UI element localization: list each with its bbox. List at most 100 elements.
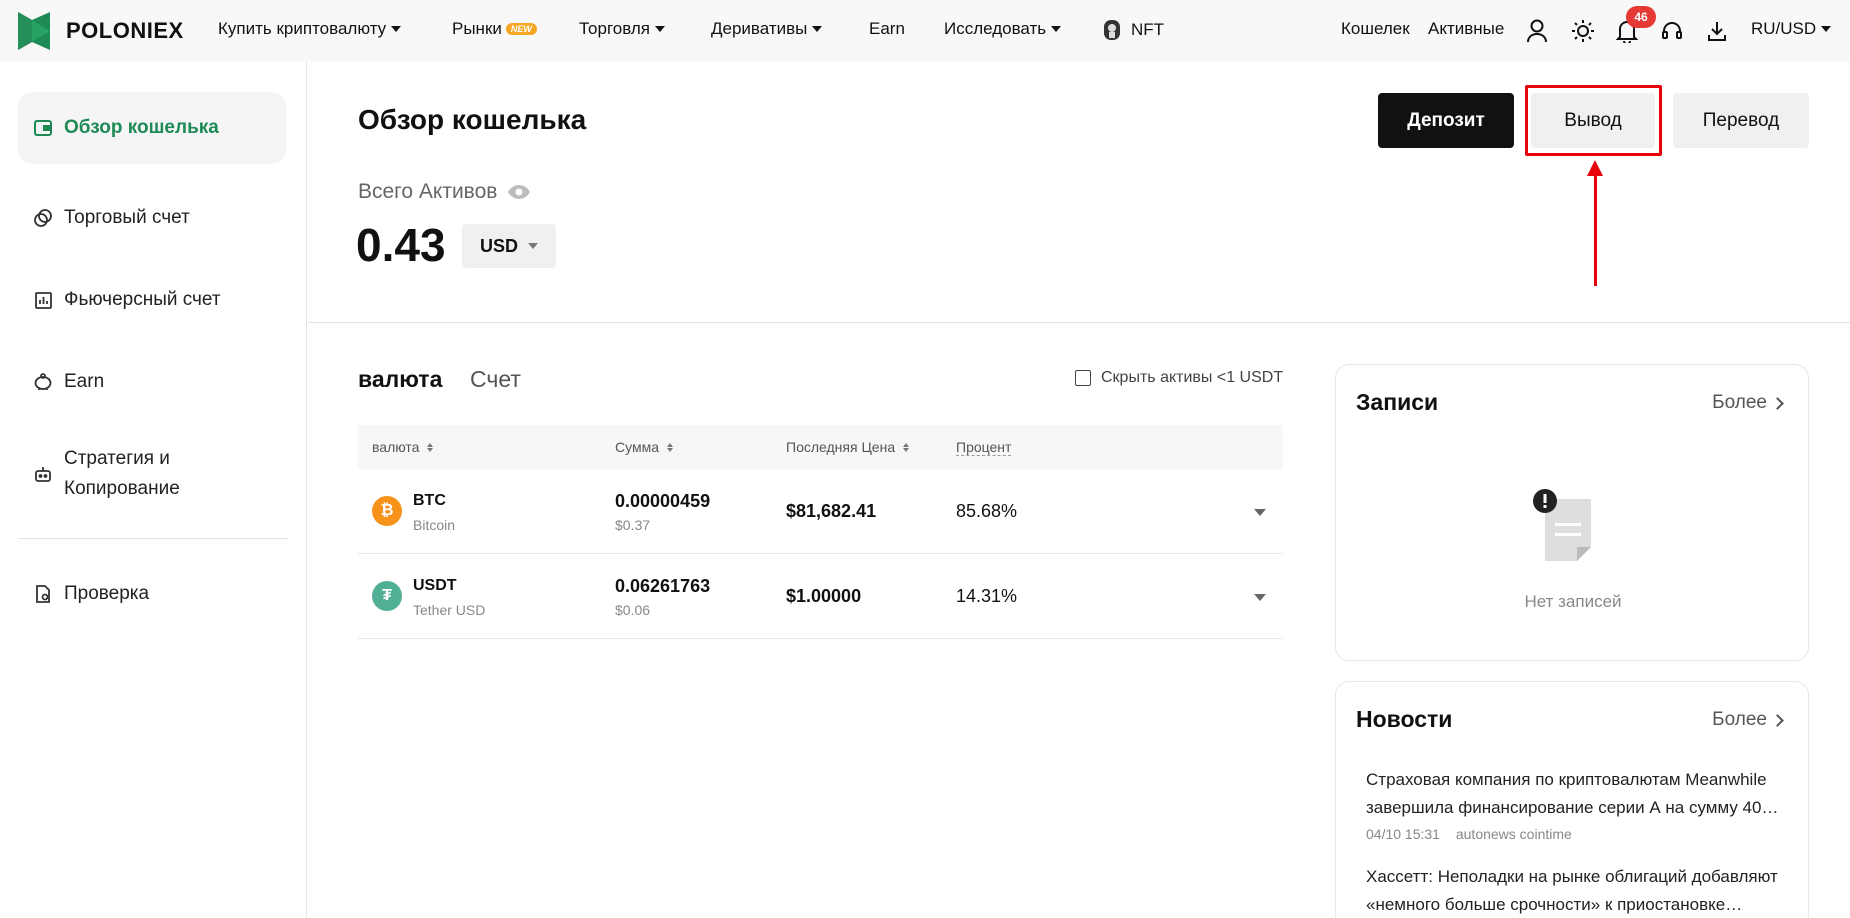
news-item[interactable]: Страховая компания по криптовалютам Mean… [1366,766,1786,842]
nav-derivatives[interactable]: Деривативы [711,19,823,39]
column-header-percent[interactable]: Процент [956,439,1012,456]
sort-icon [903,442,910,452]
sidebar-item-earn[interactable]: Earn [18,362,286,402]
column-header-currency[interactable]: валюта [372,439,434,455]
page-title: Обзор кошелька [358,104,587,135]
nft-icon [1104,20,1120,40]
total-assets-label-text: Всего Активов [358,180,498,203]
headset-support-icon[interactable] [1658,17,1686,45]
records-card: Записи Более Нет записей [1335,364,1809,661]
news-item-date: 04/10 15:31 [1366,826,1440,842]
withdraw-highlight-annotation [1525,85,1662,156]
currency-select[interactable]: USD [462,224,556,268]
sidebar-item-label-line2: Копирование [64,478,180,499]
locale-label: RU/USD [1751,19,1817,38]
expand-chevron-icon[interactable] [1254,509,1266,516]
news-item-title: Страховая компания по криптовалютам Mean… [1366,770,1767,817]
tab-account[interactable]: Счет [470,366,521,393]
column-header-amount[interactable]: Сумма [615,439,673,455]
table-row[interactable]: ₮ USDT Tether USD 0.06261763 $0.06 $1.00… [358,554,1283,639]
chevron-right-icon [1771,396,1784,410]
annotation-arrow-line [1594,172,1597,286]
nav-trade[interactable]: Торговля [579,19,666,39]
bitcoin-icon: ₿ [372,496,402,526]
sidebar-item-strategy-copy[interactable]: Стратегия и Копирование [18,439,286,509]
poloniex-logo-icon [18,12,50,50]
chevron-down-icon [812,26,823,32]
table-row[interactable]: ₿ BTC Bitcoin 0.00000459 $0.37 $81,682.4… [358,469,1283,554]
theme-sun-icon[interactable] [1569,17,1597,45]
eye-icon[interactable] [507,184,531,200]
records-empty-text: Нет записей [1524,592,1622,611]
nav-trade-label: Торговля [579,19,651,38]
nav-explore[interactable]: Исследовать [944,19,1062,39]
nav-assets[interactable]: Активные [1428,19,1504,39]
sort-icon [427,442,434,452]
piggy-bank-icon [32,371,54,393]
logo-text: POLONIEX [66,18,184,43]
coin-amount: 0.06261763 [615,576,711,596]
column-header-last-price-label: Последняя Цена [786,439,896,455]
section-divider [308,322,1850,323]
nav-assets-label: Активные [1428,19,1505,38]
coin-name: Tether USD [413,602,486,618]
sidebar-item-label: Проверка [64,583,150,604]
column-header-percent-label: Процент [956,439,1012,456]
trade-account-icon [32,207,54,229]
nav-markets-label: Рынки [452,19,502,38]
chevron-down-icon [1051,26,1062,32]
news-item[interactable]: Хассетт: Неполадки на рынке облигаций до… [1366,863,1786,918]
coin-last-price: $1.00000 [786,586,862,606]
hide-small-assets-checkbox[interactable] [1075,370,1091,386]
coin-symbol: USDT [413,577,457,594]
records-more-link[interactable]: Более [1712,392,1784,414]
download-icon[interactable] [1703,17,1731,45]
sidebar-item-label-line1: Стратегия и [64,448,170,469]
chevron-down-icon [655,26,666,32]
sidebar-item-trading-account[interactable]: Торговый счет [18,198,286,238]
poloniex-logo[interactable]: POLONIEX [18,12,184,50]
user-icon[interactable] [1523,17,1551,45]
coin-amount-usd: $0.06 [615,602,651,618]
transfer-button[interactable]: Перевод [1673,93,1809,148]
coin-name: Bitcoin [413,517,456,533]
tether-icon: ₮ [372,581,402,611]
sort-icon [667,442,673,452]
deposit-button[interactable]: Депозит [1378,93,1514,148]
column-header-amount-label: Сумма [615,439,659,455]
column-header-last-price[interactable]: Последняя Цена [786,439,910,455]
coin-last-price: $81,682.41 [786,501,877,521]
notification-count-badge: 46 [1626,6,1656,28]
nav-markets[interactable]: Рынки NEW [452,19,537,39]
nav-nft[interactable]: NFT [1103,19,1164,41]
news-more-link[interactable]: Более [1712,709,1784,731]
wallet-icon [32,117,54,139]
sidebar-item-label: Earn [64,371,105,392]
top-navbar: POLONIEX Купить криптовалюту Рынки NEW Т… [0,0,1850,62]
news-card: Новости Более Страховая компания по крип… [1335,681,1809,918]
column-header-currency-label: валюта [372,439,420,455]
empty-document-icon [1533,489,1591,561]
nav-earn[interactable]: Earn [869,19,905,39]
coin-amount-usd: $0.37 [615,517,651,533]
tab-currency[interactable]: валюта [358,366,442,393]
news-title: Новости [1356,706,1453,732]
hide-small-assets-toggle[interactable]: Скрыть активы <1 USDT [1075,369,1283,387]
nav-wallet[interactable]: Кошелек [1341,19,1410,39]
assets-table-header: валюта Сумма Последняя Цена Процент [358,425,1283,469]
sidebar-item-label: Обзор кошелька [64,117,219,138]
new-badge: NEW [505,23,537,35]
sidebar-item-label: Стратегия и Копирование [64,444,180,504]
sidebar-item-wallet-overview[interactable]: Обзор кошелька [18,92,286,164]
coin-percent: 85.68% [956,501,1018,521]
locale-selector[interactable]: RU/USD [1751,19,1832,39]
news-item-source: autonews cointime [1455,826,1572,842]
nav-buy-crypto[interactable]: Купить криптовалюту [218,19,402,39]
nav-nft-label: NFT [1131,20,1165,39]
expand-chevron-icon[interactable] [1254,594,1266,601]
nav-derivatives-label: Деривативы [711,19,808,38]
records-title: Записи [1356,389,1439,415]
sidebar-item-futures-account[interactable]: Фьючерсный счет [18,280,286,320]
sidebar-item-audit[interactable]: Проверка [18,574,286,614]
nav-earn-label: Earn [869,19,905,38]
